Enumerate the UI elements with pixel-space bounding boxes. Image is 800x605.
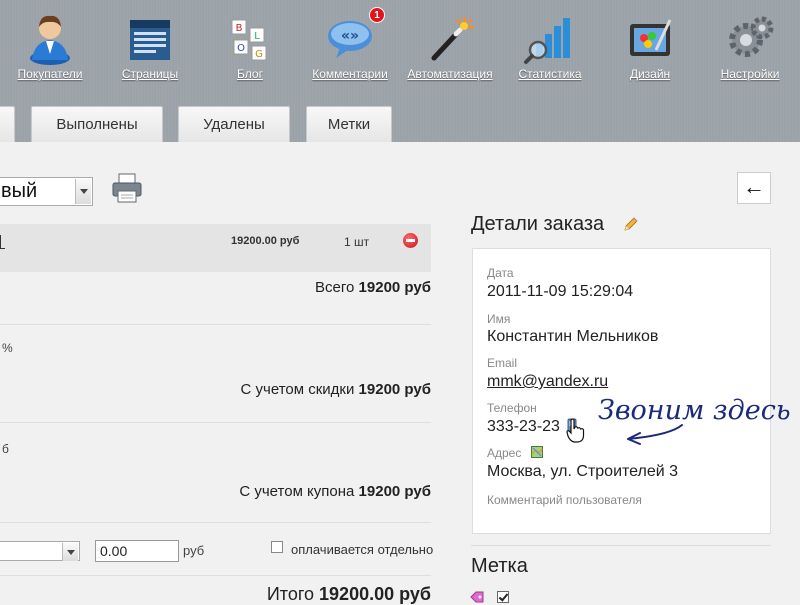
- discount-value: 19200 руб: [358, 381, 431, 398]
- nav-item-statistics[interactable]: Статистика: [500, 0, 600, 88]
- tab-labels[interactable]: Метки: [306, 106, 392, 142]
- coupon-row: [0, 423, 431, 523]
- grand-total-label: Итого: [266, 584, 315, 604]
- name-label: Имя: [487, 312, 511, 326]
- svg-text:«»: «»: [341, 28, 359, 44]
- delivery-row: [0, 523, 431, 576]
- nav-item-pages[interactable]: Страницы: [100, 0, 200, 88]
- nav-label-statistics: Статистика: [518, 67, 582, 81]
- chevron-down-icon: [75, 179, 91, 204]
- user-icon: [30, 15, 70, 65]
- label-checkbox[interactable]: [497, 591, 509, 603]
- back-button[interactable]: ←: [737, 172, 771, 204]
- total-label: Всего: [315, 279, 355, 296]
- hand-cursor-icon: [566, 418, 585, 443]
- section-divider: [471, 545, 771, 546]
- date-value: 2011-11-09 15:29:04: [487, 283, 634, 300]
- nav-item-comments[interactable]: «» 1 Комментарии: [300, 0, 400, 88]
- date-label: Дата: [487, 266, 514, 280]
- svg-text:O: O: [237, 43, 245, 54]
- nav-item-customers[interactable]: Покупатели: [0, 0, 100, 88]
- gears-icon: [729, 16, 774, 57]
- address-label: Адрес: [487, 446, 522, 460]
- top-navigation-bar: Покупатели Страницы B L O G Блог «» 1 Ко…: [0, 0, 800, 142]
- design-tablet-icon: [630, 19, 672, 56]
- tab-partial[interactable]: [0, 106, 15, 142]
- discount-label: С учетом скидки: [240, 381, 355, 398]
- order-status-value: вый: [1, 180, 38, 202]
- tab-completed[interactable]: Выполнены: [31, 106, 163, 142]
- total-sum: Всего 19200 руб: [315, 279, 431, 296]
- tag-icon: [470, 591, 484, 603]
- product-price: 19200.00 руб: [231, 235, 300, 247]
- handwritten-annotation: Звоним здесь: [598, 395, 791, 445]
- product-row: 19200.00 руб 1 шт: [0, 224, 431, 272]
- map-icon[interactable]: [531, 446, 543, 458]
- svg-text:L: L: [254, 31, 260, 42]
- pencil-edit-icon[interactable]: [622, 217, 638, 233]
- printer-icon[interactable]: [110, 171, 144, 205]
- nav-item-design[interactable]: Дизайн: [600, 0, 700, 88]
- coupon-value: 19200 руб: [358, 483, 431, 500]
- nav-label-comments: Комментарии: [312, 67, 388, 81]
- address-value: Москва, ул. Строителей 3: [487, 463, 679, 480]
- svg-text:B: B: [236, 23, 243, 34]
- remove-product-icon[interactable]: [403, 233, 418, 248]
- phone-label: Телефон: [487, 401, 537, 415]
- grand-total: Итого 19200.00 руб: [267, 584, 431, 605]
- magic-wand-icon: [431, 15, 475, 61]
- label-section-title: Метка: [471, 555, 528, 577]
- coupon-label: С учетом купона: [239, 483, 355, 500]
- coupon-sum: С учетом купона 19200 руб: [239, 483, 431, 500]
- nav-label-design: Дизайн: [629, 67, 671, 81]
- pages-icon: [130, 20, 170, 60]
- discount-row: [0, 325, 431, 423]
- nav-item-blog[interactable]: B L O G Блог: [200, 0, 300, 88]
- nav-item-automation[interactable]: Автоматизация: [400, 0, 500, 88]
- tab-deleted[interactable]: Удалены: [178, 106, 290, 142]
- nav-item-settings[interactable]: Настройки: [700, 0, 800, 88]
- order-status-select[interactable]: вый: [0, 177, 93, 206]
- svg-text:G: G: [255, 49, 263, 60]
- annotation-text: Звоним здесь: [598, 395, 791, 426]
- nav-label-settings: Настройки: [720, 67, 780, 81]
- nav-label-automation: Автоматизация: [407, 67, 493, 81]
- nav-label-customers: Покупатели: [17, 67, 83, 81]
- user-comment-label: Комментарий пользователя: [487, 493, 642, 507]
- nav-label-pages: Страницы: [121, 67, 179, 81]
- name-value: Константин Мельников: [487, 328, 659, 345]
- grand-total-value: 19200.00 руб: [319, 584, 431, 604]
- phone-value: 333-23-23: [487, 418, 560, 435]
- blog-blocks-icon: B L O G: [231, 19, 267, 61]
- product-name-link-fragment[interactable]: [0, 235, 5, 249]
- product-quantity: 1 шт: [344, 235, 370, 249]
- nav-label-blog: Блог: [237, 67, 263, 81]
- bar-chart-magnifier-icon: [524, 18, 570, 64]
- total-value: 19200 руб: [358, 279, 431, 296]
- discount-sum: С учетом скидки 19200 руб: [241, 381, 431, 398]
- comments-count-badge: 1: [369, 7, 385, 23]
- order-details-title: Детали заказа: [471, 213, 605, 235]
- email-label: Email: [487, 356, 518, 370]
